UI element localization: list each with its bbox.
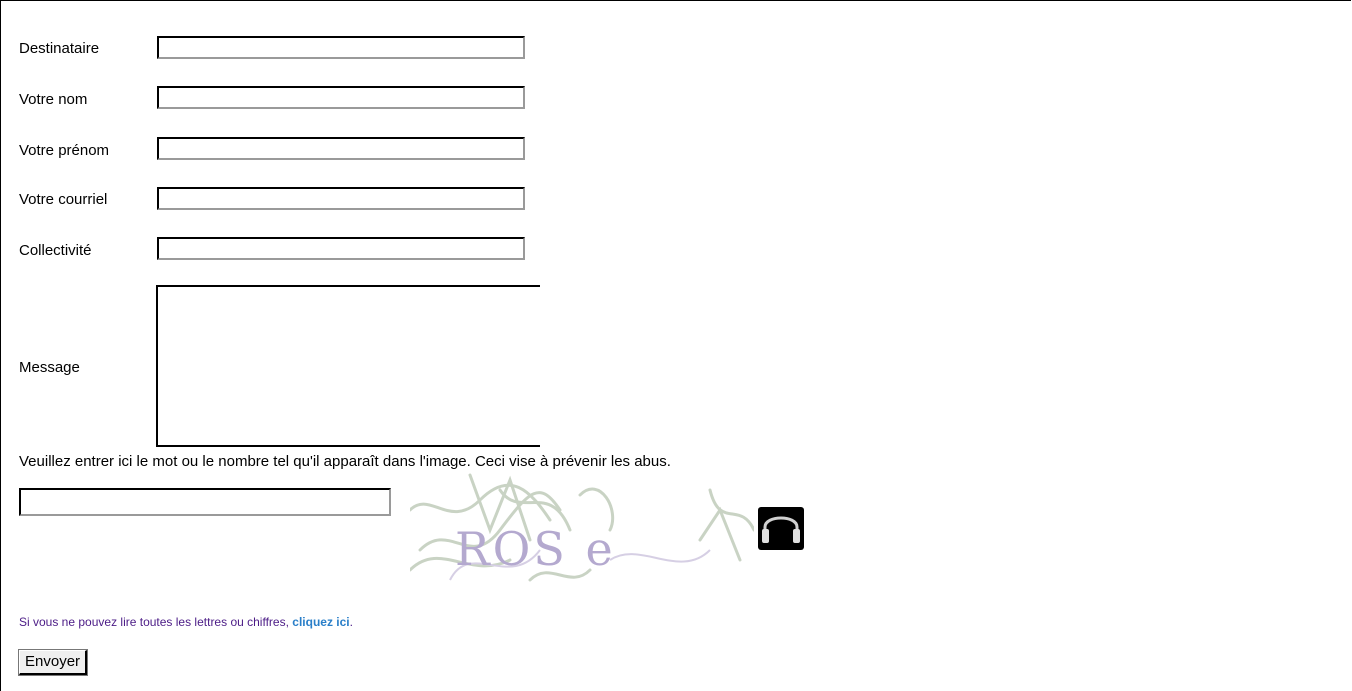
email-label: Votre courriel [19,191,108,208]
recipient-label: Destinataire [19,40,100,57]
send-button[interactable]: Envoyer [17,649,89,676]
recipient-field[interactable] [157,36,525,59]
captcha-help: Si vous ne pouvez lire toutes les lettre… [19,615,353,629]
captcha-input[interactable] [19,488,391,516]
headphones-icon [758,516,804,554]
audio-captcha-button[interactable] [758,507,804,550]
captcha-instructions: Veuillez entrer ici le mot ou le nombre … [19,453,671,470]
message-label: Message [19,359,80,376]
captcha-help-suffix: . [349,615,353,629]
captcha-refresh-link[interactable]: cliquez ici [292,615,349,629]
message-textarea[interactable] [156,285,540,447]
captcha-image: ROS e [408,470,756,598]
first-name-label: Votre prénom [19,142,110,159]
last-name-field[interactable] [157,86,525,109]
captcha-glyphs: ROS e [455,522,616,576]
first-name-field[interactable] [157,137,525,160]
captcha-help-text: Si vous ne pouvez lire toutes les lettre… [19,615,293,629]
organization-field[interactable] [157,237,525,260]
last-name-label: Votre nom [19,91,88,108]
email-field[interactable] [157,187,525,210]
organization-label: Collectivité [19,242,92,259]
